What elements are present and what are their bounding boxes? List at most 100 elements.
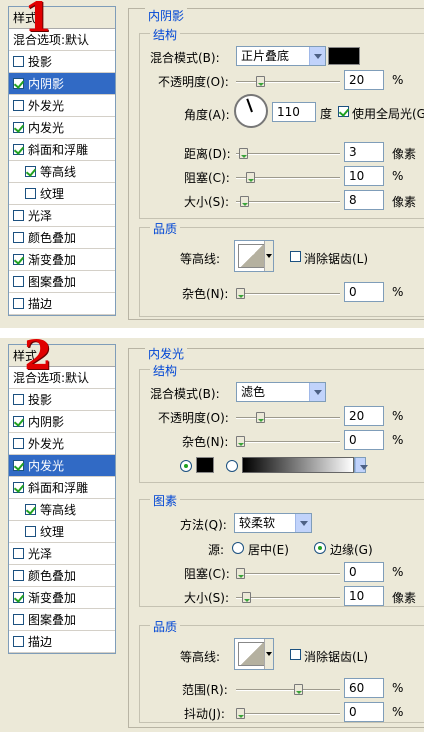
style-item[interactable]: 内阴影 [9,411,115,433]
range-slider[interactable] [236,684,340,696]
opacity-input[interactable]: 20 [344,70,384,90]
style-item[interactable]: 颜色叠加 [9,565,115,587]
style-item[interactable]: 渐变叠加 [9,587,115,609]
choke-input[interactable]: 0 [344,562,384,582]
slider-thumb-icon[interactable] [256,412,265,423]
style-item[interactable]: 投影 [9,51,115,73]
style-item[interactable]: 光泽 [9,543,115,565]
style-checkbox[interactable] [13,548,24,559]
style-checkbox[interactable] [13,210,24,221]
style-checkbox[interactable] [13,614,24,625]
style-item[interactable]: 等高线 [9,499,115,521]
slider-thumb-icon[interactable] [256,76,265,87]
jitter-input[interactable]: 0 [344,702,384,722]
antialias-checkbox[interactable] [290,649,301,660]
angle-dial-icon[interactable] [234,94,268,128]
style-checkbox[interactable] [13,276,24,287]
slider-thumb-icon[interactable] [240,196,249,207]
slider-thumb-icon[interactable] [236,708,245,719]
opacity-slider[interactable] [236,412,340,424]
slider-thumb-icon[interactable] [294,684,303,695]
style-item[interactable]: 外发光 [9,95,115,117]
style-item[interactable]: 颜色叠加 [9,227,115,249]
choke-slider[interactable] [236,568,340,580]
slider-thumb-icon[interactable] [236,436,245,447]
blend-mode-select[interactable]: 正片叠底 [236,46,326,66]
gradient-dropdown[interactable] [354,457,368,473]
angle-input[interactable]: 110 [272,102,316,122]
center-radio[interactable] [232,542,244,554]
size-slider[interactable] [236,196,340,208]
style-item[interactable]: 描边 [9,631,115,653]
chevron-down-icon[interactable] [264,241,273,271]
contour-picker[interactable] [234,240,274,272]
range-input[interactable]: 60 [344,678,384,698]
style-item[interactable]: 图案叠加 [9,609,115,631]
opacity-input[interactable]: 20 [344,406,384,426]
noise-slider[interactable] [236,288,340,300]
style-checkbox[interactable] [13,144,24,155]
style-item[interactable]: 图案叠加 [9,271,115,293]
style-checkbox[interactable] [13,298,24,309]
noise-slider[interactable] [236,436,340,448]
distance-input[interactable]: 3 [344,142,384,162]
style-checkbox[interactable] [13,482,24,493]
size-input[interactable]: 8 [344,190,384,210]
slider-thumb-icon[interactable] [236,288,245,299]
style-item[interactable]: 斜面和浮雕 [9,477,115,499]
style-checkbox[interactable] [13,122,24,133]
style-item[interactable]: 内阴影 [9,73,115,95]
style-item[interactable]: 光泽 [9,205,115,227]
style-checkbox[interactable] [13,438,24,449]
slider-thumb-icon[interactable] [242,592,251,603]
style-item[interactable]: 内发光 [9,117,115,139]
glow-color-swatch[interactable] [196,457,214,473]
slider-thumb-icon[interactable] [239,148,248,159]
contour-picker[interactable] [234,638,274,670]
edge-radio[interactable] [314,542,326,554]
style-checkbox[interactable] [13,460,24,471]
style-checkbox[interactable] [13,394,24,405]
style-item[interactable]: 内发光 [9,455,115,477]
gradient-swatch[interactable] [242,457,354,473]
style-item[interactable]: 纹理 [9,183,115,205]
style-checkbox[interactable] [13,56,24,67]
style-checkbox[interactable] [13,592,24,603]
style-item[interactable]: 等高线 [9,161,115,183]
slider-thumb-icon[interactable] [246,172,255,183]
style-item[interactable]: 投影 [9,389,115,411]
solid-color-radio[interactable] [180,460,192,472]
size-slider[interactable] [236,592,340,604]
style-item[interactable]: 纹理 [9,521,115,543]
style-checkbox[interactable] [13,570,24,581]
style-checkbox[interactable] [25,526,36,537]
gradient-radio[interactable] [226,460,238,472]
style-checkbox[interactable] [25,188,36,199]
choke-input[interactable]: 10 [344,166,384,186]
antialias-checkbox[interactable] [290,251,301,262]
noise-input[interactable]: 0 [344,282,384,302]
style-checkbox[interactable] [13,416,24,427]
method-select[interactable]: 较柔软 [234,513,312,533]
blend-mode-select[interactable]: 滤色 [236,382,326,402]
global-light-checkbox[interactable] [338,106,349,117]
shadow-color-swatch[interactable] [328,47,360,65]
choke-slider[interactable] [236,172,340,184]
jitter-slider[interactable] [236,708,340,720]
style-checkbox[interactable] [13,100,24,111]
noise-input[interactable]: 0 [344,430,384,450]
style-checkbox[interactable] [25,504,36,515]
style-checkbox[interactable] [25,166,36,177]
style-checkbox[interactable] [13,254,24,265]
style-item[interactable]: 斜面和浮雕 [9,139,115,161]
distance-slider[interactable] [236,148,340,160]
style-item[interactable]: 渐变叠加 [9,249,115,271]
style-checkbox[interactable] [13,636,24,647]
style-item[interactable]: 外发光 [9,433,115,455]
style-checkbox[interactable] [13,232,24,243]
slider-thumb-icon[interactable] [236,568,245,579]
chevron-down-icon[interactable] [264,639,273,669]
style-checkbox[interactable] [13,78,24,89]
style-item[interactable]: 描边 [9,293,115,315]
opacity-slider[interactable] [236,76,340,88]
